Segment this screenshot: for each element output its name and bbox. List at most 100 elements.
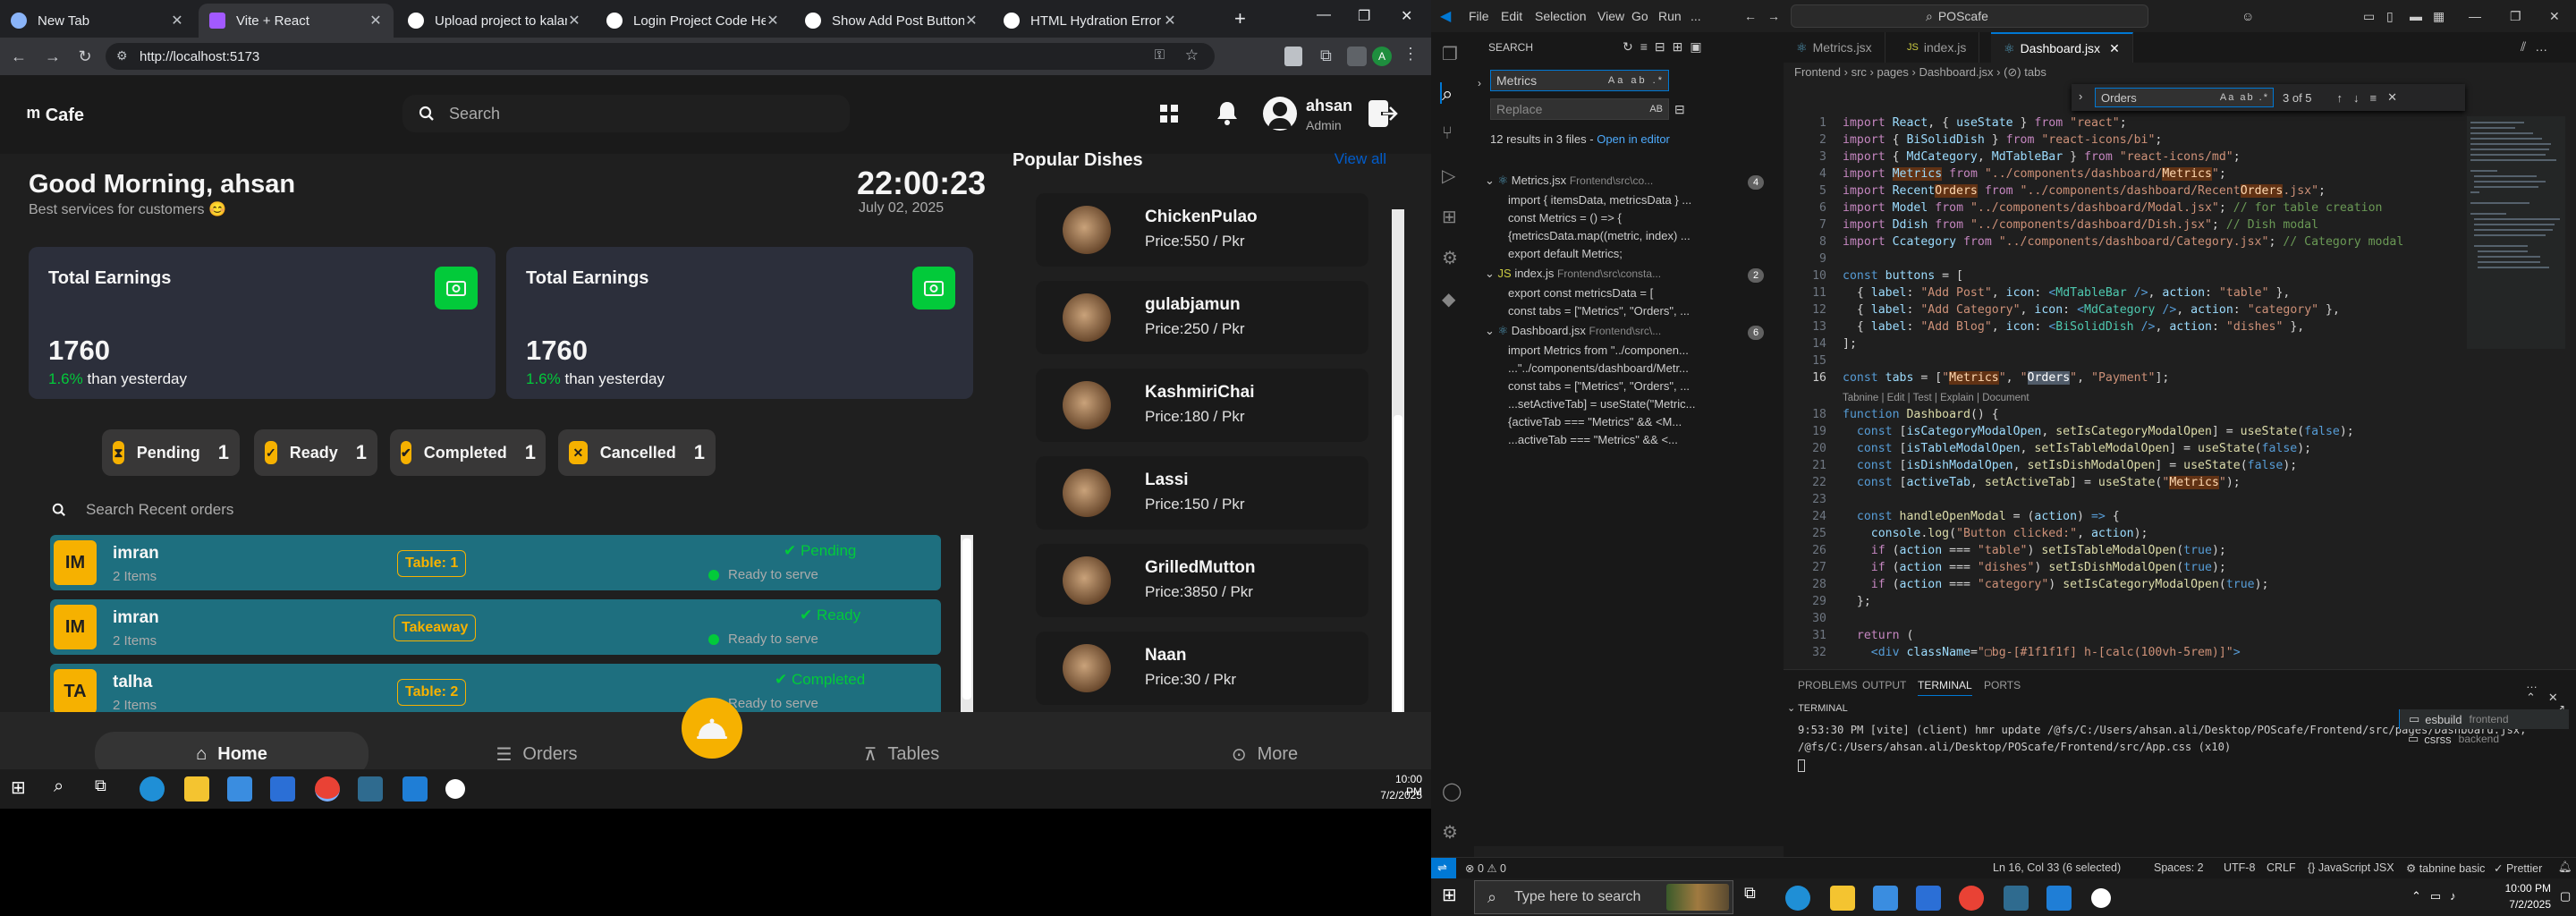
- close-tab-icon[interactable]: ✕: [2109, 41, 2120, 56]
- cursor-position[interactable]: Ln 16, Col 33 (6 selected): [1993, 861, 2121, 874]
- panel-tab-problems[interactable]: PROBLEMS: [1798, 679, 1858, 691]
- match-line[interactable]: import { itemsData, metricsData } ...: [1508, 193, 1767, 207]
- notification-center-icon[interactable]: ▢: [2560, 889, 2571, 903]
- windows-start-icon[interactable]: ⊞: [11, 776, 36, 802]
- settings-gear-icon[interactable]: ⚙: [1442, 821, 1463, 843]
- file-explorer-icon[interactable]: [184, 776, 209, 802]
- forward-arrow-icon[interactable]: →: [41, 45, 64, 68]
- view-all-link[interactable]: View all: [1335, 150, 1386, 168]
- task-view-icon[interactable]: ⧉: [1744, 884, 1769, 909]
- replace-field[interactable]: Replace AB: [1490, 98, 1669, 120]
- mail-icon[interactable]: [1916, 886, 1941, 911]
- editor-tab[interactable]: JS index.js: [1894, 32, 1980, 63]
- vscode-alt-icon[interactable]: [2004, 886, 2029, 911]
- menu-go[interactable]: Go: [1631, 9, 1648, 23]
- forward-arrow-icon[interactable]: →: [1767, 9, 1780, 23]
- stat-cancelled-button[interactable]: ✕ Cancelled 1: [558, 429, 716, 476]
- remote-explorer-icon[interactable]: ⚙: [1442, 247, 1463, 268]
- terminal-session[interactable]: ▭ csrss backend: [2399, 729, 2569, 749]
- run-debug-icon[interactable]: ▷: [1442, 165, 1463, 186]
- editor-tab[interactable]: ⚛ Metrics.jsx: [1784, 32, 1885, 63]
- url-bar[interactable]: ⚙ http://localhost:5173 ⚿ ☆: [106, 43, 1215, 70]
- password-key-icon[interactable]: ⚿: [1155, 47, 1165, 63]
- panel-tab-ports[interactable]: PORTS: [1984, 679, 2021, 691]
- match-line[interactable]: {metricsData.map((metric, index) ...: [1508, 229, 1767, 242]
- layout-sidebar-icon[interactable]: ▯: [2386, 9, 2394, 24]
- panel-actions-icons[interactable]: …⌃✕: [2526, 677, 2576, 705]
- breadcrumb[interactable]: Frontend › src › pages › Dashboard.jsx ›…: [1784, 63, 2576, 82]
- terminal-section-header[interactable]: ⌄ TERMINAL: [1787, 702, 1848, 714]
- app-circle-icon[interactable]: [445, 779, 465, 799]
- result-file[interactable]: ⌄ ⚛ Metrics.jsx Frontend\src\co...: [1485, 174, 1653, 188]
- app-circle-icon[interactable]: [2091, 888, 2111, 908]
- find-input[interactable]: Orders Aa ab .*: [2095, 88, 2274, 107]
- menu-edit[interactable]: Edit: [1501, 9, 1522, 23]
- remote-indicator-icon[interactable]: ⇌: [1431, 858, 1456, 879]
- terminal-session[interactable]: ▭ esbuild frontend: [2399, 709, 2569, 729]
- chrome-icon[interactable]: [1959, 886, 1984, 911]
- system-tray-icons[interactable]: ⌃▭♪: [2411, 889, 2465, 903]
- task-view-icon[interactable]: ⧉: [95, 776, 120, 802]
- close-find-icon[interactable]: ✕: [2387, 90, 2397, 105]
- browser-tab[interactable]: HTML Hydration Error Fix✕: [993, 4, 1188, 38]
- toggle-replace-icon[interactable]: ›: [1478, 77, 1481, 89]
- minimize-button[interactable]: —: [1317, 7, 1331, 23]
- minimize-button[interactable]: —: [2469, 9, 2481, 23]
- codelens[interactable]: Tabnine | Edit | Test | Explain | Docume…: [1843, 390, 2029, 407]
- maximize-button[interactable]: ❐: [1358, 7, 1370, 25]
- command-center[interactable]: ⌕ POScafe: [1791, 4, 2148, 28]
- result-file[interactable]: ⌄ ⚛ Dashboard.jsx Frontend\src\...: [1485, 324, 1661, 338]
- editor-tab-active[interactable]: ⚛ Dashboard.jsx ✕: [1991, 32, 2133, 63]
- tabnine-icon[interactable]: ◆: [1442, 288, 1463, 310]
- result-file[interactable]: ⌄ JS index.js Frontend\src\consta...: [1485, 267, 1661, 281]
- match-line[interactable]: import Metrics from "../componen...: [1508, 344, 1767, 357]
- dish-card[interactable]: KashmiriChai Price:180 / Pkr: [1036, 369, 1368, 442]
- stat-completed-button[interactable]: ✔ Completed 1: [390, 429, 546, 476]
- vscode-icon[interactable]: [402, 776, 428, 802]
- dish-card[interactable]: Lassi Price:150 / Pkr: [1036, 456, 1368, 530]
- prettier-status[interactable]: ✓ Prettier: [2494, 861, 2542, 875]
- file-encoding[interactable]: UTF-8: [2224, 861, 2255, 874]
- edge-icon[interactable]: [140, 776, 165, 802]
- extensions-icon[interactable]: ⊞: [1442, 206, 1463, 227]
- bell-icon[interactable]: [1216, 100, 1238, 125]
- profile-avatar[interactable]: A: [1372, 47, 1392, 66]
- reload-icon[interactable]: ↻: [73, 45, 97, 68]
- close-tab-icon[interactable]: ✕: [170, 12, 184, 30]
- windows-start-icon[interactable]: ⊞: [1442, 884, 1467, 909]
- puzzle-extensions-icon[interactable]: ⧉: [1320, 47, 1332, 65]
- close-tab-icon[interactable]: ✕: [964, 12, 979, 30]
- logout-icon[interactable]: [1367, 98, 1399, 129]
- file-explorer-icon[interactable]: [1830, 886, 1855, 911]
- bookmark-star-icon[interactable]: ☆: [1185, 47, 1199, 64]
- match-line[interactable]: export default Metrics;: [1508, 247, 1767, 260]
- find-in-selection-icon[interactable]: ≡: [2370, 91, 2377, 105]
- panel-tab-terminal[interactable]: TERMINAL: [1918, 679, 1972, 696]
- match-line[interactable]: const tabs = ["Metrics", "Orders", ...: [1508, 304, 1767, 318]
- layout-bottom-icon[interactable]: ▬: [2410, 9, 2422, 23]
- browser-tab-active[interactable]: Vite + React ✕: [199, 4, 394, 38]
- match-line[interactable]: const tabs = ["Metrics", "Orders", ...: [1508, 379, 1767, 393]
- user-avatar-icon[interactable]: [1263, 97, 1297, 131]
- search-icon[interactable]: ⌕: [54, 776, 79, 802]
- order-row[interactable]: TA talha 2 Items Table: 2 ✔ Completed Re…: [50, 664, 941, 719]
- close-tab-icon[interactable]: ✕: [369, 12, 383, 30]
- match-line[interactable]: ..."../components/dashboard/Metr...: [1508, 361, 1767, 375]
- create-order-fab[interactable]: [682, 698, 742, 759]
- app-logo[interactable]: ᵐ Cafe: [27, 102, 84, 130]
- close-tab-icon[interactable]: ✕: [1163, 12, 1177, 30]
- site-info-icon[interactable]: ⚙: [116, 48, 128, 64]
- close-tab-icon[interactable]: ✕: [766, 12, 780, 30]
- chrome-icon[interactable]: [315, 776, 340, 802]
- toggle-replace-icon[interactable]: ›: [2079, 89, 2082, 103]
- vscode-icon[interactable]: [2046, 886, 2072, 911]
- language-mode[interactable]: {} JavaScript JSX: [2308, 861, 2394, 874]
- dish-card[interactable]: Naan Price:30 / Pkr: [1036, 632, 1368, 705]
- match-line[interactable]: export const metricsData = [: [1508, 286, 1767, 300]
- back-arrow-icon[interactable]: ←: [7, 45, 30, 68]
- menu-view[interactable]: View: [1597, 9, 1624, 23]
- open-in-editor-link[interactable]: Open in editor: [1597, 132, 1670, 146]
- close-tab-icon[interactable]: ✕: [567, 12, 581, 30]
- layout-custom-icon[interactable]: ▦: [2433, 9, 2445, 24]
- stat-ready-button[interactable]: ✓ Ready 1: [254, 429, 377, 476]
